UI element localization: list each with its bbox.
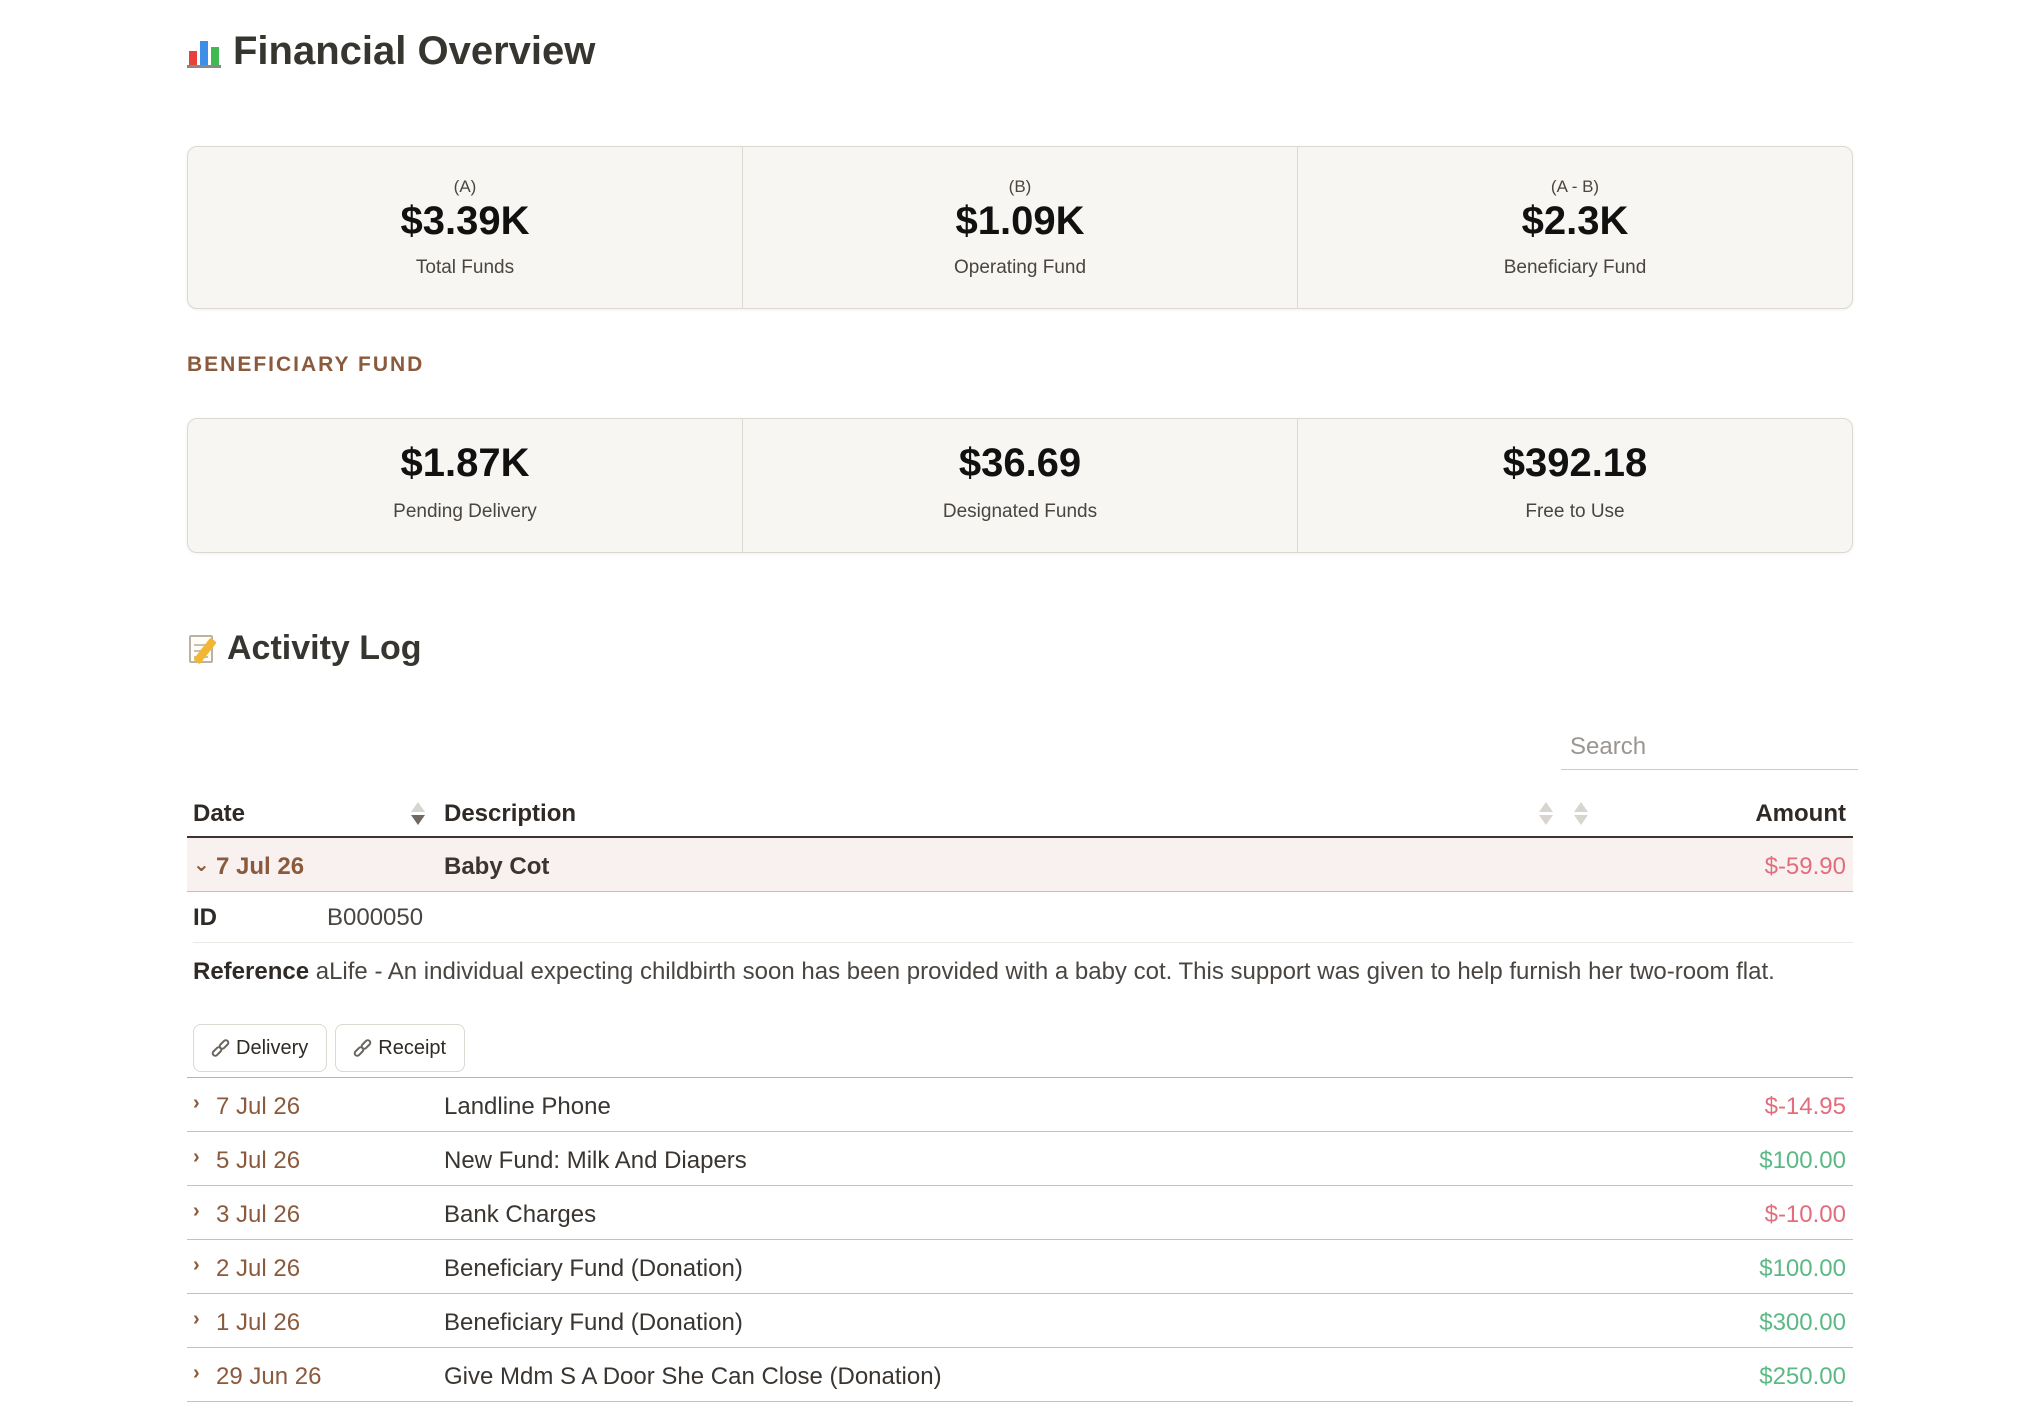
row-detail-panel: ID B000050 Reference aLife - An individu…	[187, 892, 1853, 1078]
table-row[interactable]: › 7 Jul 26 Landline Phone $-14.95	[187, 1078, 1853, 1132]
stat-beneficiary-fund: (A - B) $2.3K Beneficiary Fund	[1297, 147, 1852, 308]
stat-label: Total Funds	[415, 257, 515, 278]
search-input[interactable]	[1561, 724, 1858, 770]
beneficiary-stats: $1.87K Pending Delivery $36.69 Designate…	[187, 418, 1853, 553]
stat-label: Pending Delivery	[393, 501, 537, 522]
stat-value: $1.09K	[955, 199, 1085, 243]
stat-label: Free to Use	[1525, 501, 1625, 522]
row-date: 1 Jul 26	[216, 1309, 301, 1336]
link-icon	[210, 1037, 232, 1059]
page-title: Financial Overview	[187, 26, 595, 76]
delivery-link-button[interactable]: Delivery	[193, 1024, 328, 1072]
row-description: Baby Cot	[444, 853, 550, 880]
detail-id-value: B000050	[327, 904, 424, 931]
row-date: 7 Jul 26	[216, 1093, 301, 1120]
detail-reference-label: Reference	[193, 958, 310, 985]
stat-pending-delivery: $1.87K Pending Delivery	[188, 419, 742, 552]
row-amount: $300.00	[1759, 1309, 1846, 1336]
detail-reference-row: Reference aLife - An individual expectin…	[193, 955, 1849, 989]
chevron-right-icon[interactable]: ›	[193, 1092, 200, 1115]
chevron-right-icon[interactable]: ›	[193, 1254, 200, 1277]
row-description: Beneficiary Fund (Donation)	[444, 1309, 743, 1336]
beneficiary-section-label: BENEFICIARY FUND	[187, 353, 425, 376]
receipt-link-button[interactable]: Receipt	[335, 1024, 466, 1072]
link-icon	[352, 1037, 374, 1059]
bar-chart-icon	[187, 34, 221, 68]
table-row[interactable]: › 29 Jun 26 Give Mdm S A Door She Can Cl…	[187, 1348, 1853, 1402]
detail-links: Delivery Receipt	[193, 1024, 466, 1072]
table-row[interactable]: › 3 Jul 26 Bank Charges $-10.00	[187, 1186, 1853, 1240]
stat-caption: (A)	[453, 177, 477, 196]
stat-value: $392.18	[1502, 441, 1648, 485]
chevron-right-icon[interactable]: ›	[193, 1308, 200, 1331]
row-description: Give Mdm S A Door She Can Close (Donatio…	[444, 1363, 942, 1390]
table-row[interactable]: › 5 Jul 26 New Fund: Milk And Diapers $1…	[187, 1132, 1853, 1186]
stat-caption: (B)	[1008, 177, 1032, 196]
sort-amount-icon[interactable]	[1574, 799, 1588, 829]
chevron-right-icon[interactable]: ›	[193, 1200, 200, 1223]
row-amount: $100.00	[1759, 1147, 1846, 1174]
table-row-expanded[interactable]: ⌄ 7 Jul 26 Baby Cot $-59.90	[187, 838, 1853, 892]
row-description: Bank Charges	[444, 1201, 597, 1228]
row-date: 7 Jul 26	[216, 853, 305, 880]
detail-id-row: ID B000050	[193, 892, 1853, 943]
stat-value: $36.69	[958, 441, 1082, 485]
row-date: 2 Jul 26	[216, 1255, 301, 1282]
table-header: Date Description Amount	[187, 792, 1853, 838]
stat-value: $1.87K	[400, 441, 530, 485]
row-date: 29 Jun 26	[216, 1363, 322, 1390]
table-row[interactable]: › 2 Jul 26 Beneficiary Fund (Donation) $…	[187, 1240, 1853, 1294]
stat-value: $3.39K	[400, 199, 530, 243]
activity-log-title: Activity Log	[187, 625, 422, 671]
stat-label: Designated Funds	[942, 501, 1098, 522]
stat-value: $2.3K	[1521, 199, 1629, 243]
stat-operating-fund: (B) $1.09K Operating Fund	[742, 147, 1297, 308]
stat-label: Beneficiary Fund	[1503, 257, 1647, 278]
column-header-amount[interactable]: Amount	[1755, 800, 1846, 828]
row-amount: $-14.95	[1764, 1093, 1846, 1120]
row-date: 3 Jul 26	[216, 1201, 301, 1228]
column-header-description[interactable]: Description	[444, 800, 576, 828]
stat-caption: (A - B)	[1550, 177, 1600, 196]
row-amount: $250.00	[1759, 1363, 1846, 1390]
delivery-link-label: Delivery	[236, 1036, 309, 1059]
row-description: Landline Phone	[444, 1093, 611, 1120]
activity-table: Date Description Amount ⌄ 7 Jul 26 Baby …	[187, 792, 1853, 1402]
row-description: New Fund: Milk And Diapers	[444, 1147, 747, 1174]
row-description: Beneficiary Fund (Donation)	[444, 1255, 743, 1282]
sort-date-icon[interactable]	[411, 799, 425, 829]
detail-reference-value: aLife - An individual expecting childbir…	[315, 958, 1775, 985]
row-amount: $-59.90	[1764, 853, 1846, 880]
row-amount: $-10.00	[1764, 1201, 1846, 1228]
stat-free-to-use: $392.18 Free to Use	[1297, 419, 1852, 552]
memo-icon	[187, 631, 219, 665]
stat-total-funds: (A) $3.39K Total Funds	[188, 147, 742, 308]
overview-stats: (A) $3.39K Total Funds (B) $1.09K Operat…	[187, 146, 1853, 309]
page-title-text: Financial Overview	[233, 28, 596, 73]
chevron-right-icon[interactable]: ›	[193, 1362, 200, 1385]
activity-log-title-text: Activity Log	[227, 628, 422, 667]
receipt-link-label: Receipt	[378, 1036, 447, 1059]
detail-id-label: ID	[193, 904, 217, 931]
chevron-right-icon[interactable]: ›	[193, 1146, 200, 1169]
sort-description-icon[interactable]	[1539, 799, 1553, 829]
stat-designated-funds: $36.69 Designated Funds	[742, 419, 1297, 552]
column-header-date[interactable]: Date	[193, 800, 245, 828]
row-amount: $100.00	[1759, 1255, 1846, 1282]
chevron-down-icon[interactable]: ⌄	[193, 852, 210, 877]
stat-label: Operating Fund	[953, 257, 1087, 278]
table-row[interactable]: › 1 Jul 26 Beneficiary Fund (Donation) $…	[187, 1294, 1853, 1348]
row-date: 5 Jul 26	[216, 1147, 301, 1174]
